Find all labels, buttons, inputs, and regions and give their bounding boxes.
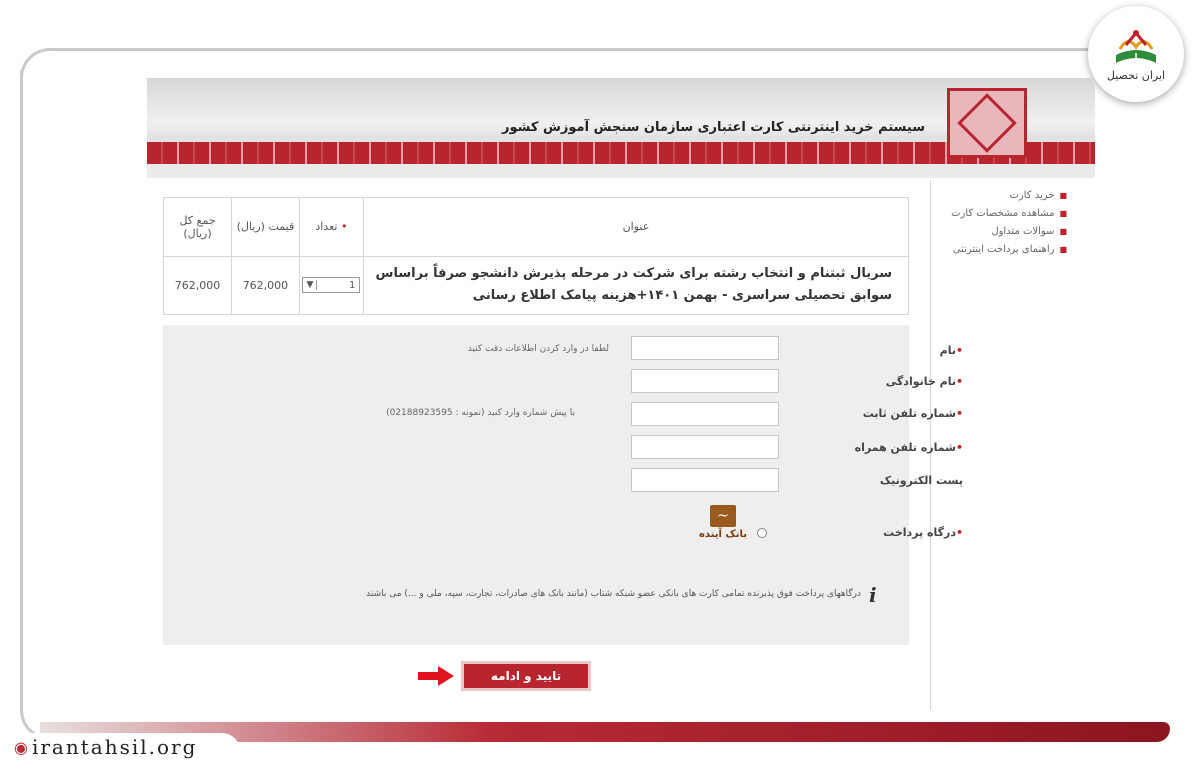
watermark-url-text: irantahsil.org <box>31 735 198 759</box>
cart-header-row: عنوان • تعداد قیمت (ریال) جمع کل (ریال) <box>163 197 910 257</box>
bank-ayandeh-logo[interactable]: ~ بانک آینده <box>696 505 750 555</box>
bank-name: بانک آینده <box>699 529 747 540</box>
phone-label: •شماره تلفن ثابت <box>862 407 963 420</box>
arrow-right-icon <box>418 666 454 686</box>
graduation-book-icon <box>1116 29 1156 63</box>
nav-item-payment-guide[interactable]: ■ راهنمای پرداخت اینترنتی <box>937 244 1067 255</box>
bullet-icon: ■ <box>1059 245 1067 254</box>
nav-item-buy-card[interactable]: ■ خرید کارت <box>937 190 1067 201</box>
decorative-frame-left <box>20 70 23 710</box>
nav-item-view-card[interactable]: ■ مشاهده مشخصات کارت <box>937 208 1067 219</box>
nav-item-label: خرید کارت <box>1009 190 1055 201</box>
side-nav: ■ خرید کارت ■ مشاهده مشخصات کارت ■ سوالات م… <box>937 190 1067 262</box>
watermark-logo-text: ایران تحصیل <box>1106 68 1166 82</box>
product-title: سریال ثبتنام و انتخاب رشته برای شرکت در … <box>362 255 910 315</box>
first-name-hint: لطفا در وارد کردن اطلاعات دقت کنید <box>467 344 609 354</box>
nav-item-label: سوالات متداول <box>991 226 1055 237</box>
gateway-info-text: درگاههای پرداخت فوق پذیرنده تمامی کارت ه… <box>366 589 861 599</box>
qty-cell: ▼ 1 <box>298 255 364 315</box>
total-cell: 762,000 <box>163 255 232 315</box>
gateway-label: •درگاه پرداخت <box>883 526 963 539</box>
email-input[interactable] <box>631 468 779 492</box>
quantity-value: 1 <box>349 279 356 291</box>
confirm-continue-button[interactable]: تایید و ادامه <box>461 661 591 691</box>
quantity-select[interactable]: ▼ 1 <box>302 277 361 294</box>
nav-item-faq[interactable]: ■ سوالات متداول <box>937 226 1067 237</box>
col-header-qty: • تعداد <box>298 197 364 257</box>
first-name-input[interactable] <box>631 336 779 360</box>
bullet-icon: ■ <box>1059 191 1067 200</box>
first-name-label: •نام <box>939 344 963 357</box>
info-icon: i <box>869 583 877 607</box>
last-name-input[interactable] <box>631 369 779 393</box>
purchase-form: •نام لطفا در وارد کردن اطلاعات دقت کنید … <box>163 325 963 645</box>
table-row: سریال ثبتنام و انتخاب رشته برای شرکت در … <box>163 255 910 315</box>
mobile-label: •شماره تلفن همراه <box>854 441 963 454</box>
bullet-icon: ■ <box>1059 209 1067 218</box>
chevron-down-icon: ▼ <box>303 280 318 291</box>
organization-emblem-icon <box>947 88 1027 158</box>
decorative-frame-top <box>20 48 1170 78</box>
nav-item-label: راهنمای پرداخت اینترنتی <box>952 244 1055 255</box>
bank-logo-icon: ~ <box>710 505 736 527</box>
col-header-total: جمع کل (ریال) <box>163 197 232 257</box>
nav-item-label: مشاهده مشخصات کارت <box>951 208 1055 219</box>
price-cell: 762,000 <box>230 255 300 315</box>
banner-title: سیستم خرید اینترنتی کارت اعتباری سازمان … <box>502 120 925 135</box>
last-name-label: •نام خانوادگی <box>885 375 963 388</box>
watermark-url: ◉ irantahsil.org <box>0 733 240 761</box>
watermark-logo: ایران تحصیل <box>1088 6 1184 102</box>
col-header-price: قیمت (ریال) <box>230 197 300 257</box>
cart-table: عنوان • تعداد قیمت (ریال) جمع کل (ریال) … <box>163 197 910 315</box>
globe-icon: ◉ <box>14 737 30 757</box>
bank-ayandeh-radio[interactable] <box>757 528 767 538</box>
phone-hint: با پیش شماره وارد کنید (نمونه : 02188923… <box>386 408 575 418</box>
email-label: پست الکترونیک <box>879 474 963 487</box>
header-banner: سیستم خرید اینترنتی کارت اعتباری سازمان … <box>147 78 1095 178</box>
col-header-title: عنوان <box>362 197 910 257</box>
bullet-icon: ■ <box>1059 227 1067 236</box>
phone-input[interactable] <box>631 402 779 426</box>
mobile-input[interactable] <box>631 435 779 459</box>
